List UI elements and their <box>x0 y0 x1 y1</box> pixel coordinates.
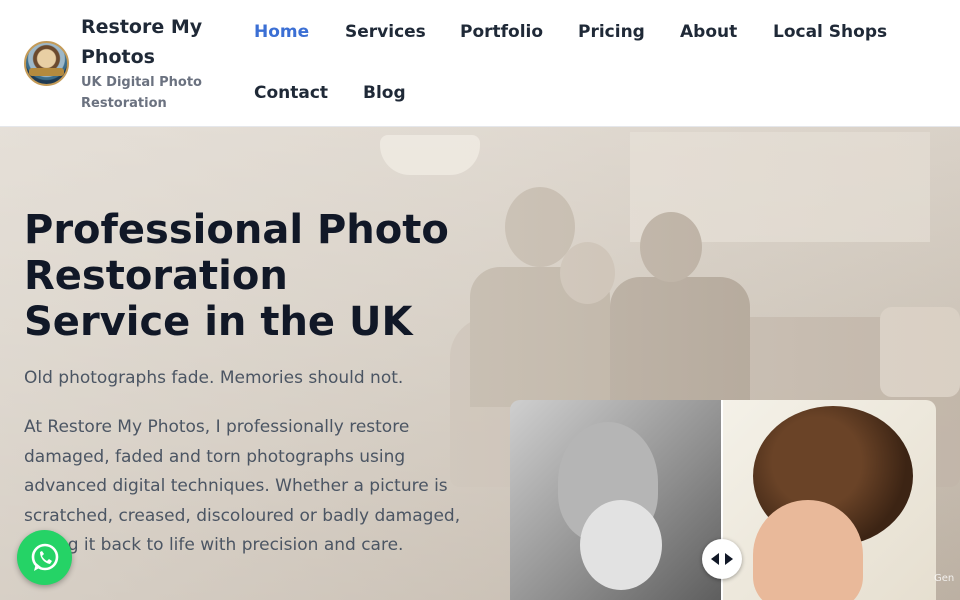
site-header: Restore My Photos UK Digital Photo Resto… <box>0 0 960 127</box>
logo-ribbon <box>29 68 64 76</box>
hero-description: At Restore My Photos, I professionally r… <box>24 417 461 555</box>
after-image <box>723 400 936 600</box>
after-image-face <box>753 500 863 600</box>
nav-item-services[interactable]: Services <box>345 22 426 42</box>
whatsapp-icon[interactable] <box>17 530 72 585</box>
nav-item-home[interactable]: Home <box>254 22 309 42</box>
brand-subtitle: UK Digital Photo Restoration <box>81 75 202 111</box>
drag-arrows-icon[interactable] <box>702 539 742 579</box>
hero-title-line: Restoration <box>24 253 288 299</box>
nav-item-pricing[interactable]: Pricing <box>578 22 645 42</box>
nav-item-portfolio[interactable]: Portfolio <box>460 22 543 42</box>
whatsapp-glyph <box>31 543 58 571</box>
hero-title: Professional Photo Restoration Service i… <box>24 207 464 345</box>
before-image-face <box>580 500 662 590</box>
image-caption: Gen <box>934 573 955 584</box>
nav-item-about[interactable]: About <box>680 22 737 42</box>
nav-item-contact[interactable]: Contact <box>254 83 328 103</box>
hero-title-line: Professional Photo <box>24 207 449 253</box>
brand-title[interactable]: Restore My Photos <box>81 12 231 72</box>
drag-arrows-glyph <box>711 553 733 565</box>
before-after-slider[interactable] <box>510 400 936 600</box>
hero-tagline: Old photographs fade. Memories should no… <box>24 368 404 388</box>
before-image <box>510 400 722 600</box>
hero-title-line: Service in the UK <box>24 299 413 345</box>
nav-item-local-shops[interactable]: Local Shops <box>773 22 887 42</box>
logo-badge-icon[interactable] <box>24 41 69 86</box>
hero-section: Professional Photo Restoration Service i… <box>0 127 960 600</box>
nav-item-blog[interactable]: Blog <box>363 83 406 103</box>
